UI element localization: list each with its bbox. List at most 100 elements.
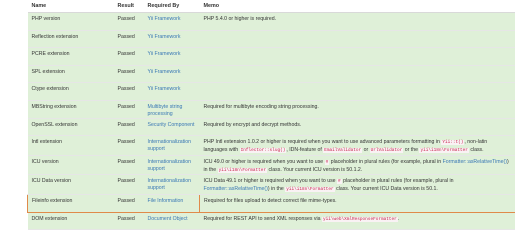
col-header-memo: Memo [199,0,515,13]
memo-code: UrlValidator [369,147,404,153]
memo-cell: Required for files upload to detect corr… [199,193,515,213]
requirement-name: PHP version [27,12,114,31]
requirement-result: Passed [113,135,144,156]
memo-text: , IDN-feature of [286,146,324,153]
requirement-result: Passed [113,100,144,119]
required-by-link[interactable]: Yii Framework [148,34,181,40]
required-by-link[interactable]: Multibyte string processing [148,104,183,117]
required-by-link[interactable]: Yii Framework [148,86,181,92]
required-by-cell: Yii Framework [143,47,200,66]
memo-cell [199,30,515,49]
required-by-link[interactable]: Yii Framework [148,69,181,75]
required-by-link[interactable]: Internationalization support [148,139,192,152]
requirement-result: Passed [113,65,144,84]
table-row: DOM extension Passed Document Object Requir… [27,212,515,231]
memo-text: Required for REST API to send XML respon… [203,215,323,222]
required-by-cell: Internationalization support [143,135,200,156]
memo-text: . [397,215,400,222]
table-row: PCRE extension Passed Yii Framework [27,47,515,66]
memo-text: class. Your current ICU version is 50.1.… [267,166,363,173]
required-by-link[interactable]: Internationalization support [148,178,192,191]
requirement-name: DOM extension [27,212,114,231]
memo-text: ICU 49.0 or higher is required when you … [203,158,325,165]
requirements-panel: Name Result Required By Memo PHP version… [27,0,515,245]
required-by-link[interactable]: Yii Framework [148,51,181,57]
requirement-result: Passed [113,155,144,176]
memo-link[interactable]: Formatter::asRelativeTime() [204,186,268,192]
table-header: Name Result Required By Memo [27,0,515,13]
requirement-result: Passed [113,118,144,137]
requirement-result: Passed [113,193,144,213]
requirement-result: Passed [113,82,144,101]
memo-text: PHP Intl extension 1.0.2 or higher is re… [203,139,442,146]
required-by-link[interactable]: Security Component [148,122,195,128]
requirement-result: Passed [113,30,144,49]
requirements-table: Name Result Required By Memo PHP version… [27,0,515,231]
required-by-cell: Yii Framework [143,82,200,101]
requirement-result: Passed [113,212,144,231]
required-by-cell: Yii Framework [143,65,200,84]
memo-text: ) in the [267,186,286,193]
requirement-result: Passed [113,47,144,66]
requirement-result: Passed [113,174,144,195]
table-row: SPL extension Passed Yii Framework [27,65,515,84]
memo-code: Inflector::slug() [239,147,287,153]
required-by-cell: File Information [143,193,200,213]
memo-text: class. [468,146,484,153]
memo-cell: Required for multibyte encoding string p… [199,100,515,119]
required-by-cell: Internationalization support [143,155,200,176]
memo-cell [199,47,515,66]
memo-text: ICU Data 49.1 or higher is required when… [203,178,338,185]
requirement-name: SPL extension [27,65,114,84]
memo-code: EmailValidator [323,147,363,153]
memo-text: or [362,146,370,153]
memo-text: class. Your current ICU Data version is … [334,186,438,193]
table-row: OpenSSL extension Passed Security Componen… [27,118,515,137]
memo-code: Yii::t() [441,140,465,146]
requirement-result: Passed [113,12,144,31]
requirement-name: Intl extension [27,135,114,156]
requirement-name: Reflection extension [27,30,114,49]
col-header-result: Result [113,0,144,13]
memo-cell: PHP 5.4.0 or higher is required. [199,12,515,31]
required-by-cell: Yii Framework [143,30,200,49]
table-row: Ctype extension Passed Yii Framework [27,82,515,101]
required-by-cell: Document Object [143,212,200,231]
memo-cell [199,65,515,84]
required-by-cell: Security Component [143,118,200,137]
requirement-name: Fileinfo extension [27,193,114,213]
requirement-name: ICU version [27,155,114,176]
memo-cell [199,82,515,101]
table-body: PHP version Passed Yii Framework PHP 5.4.0 … [27,12,515,231]
table-row: PHP version Passed Yii Framework PHP 5.4.0 … [27,12,515,31]
memo-text: placeholder in plural rules (for example… [329,158,443,165]
table-row: ICU Data version Passed Internationalizati… [27,174,515,195]
memo-text: placeholder in plural rules (for example… [341,178,454,185]
required-by-link[interactable]: Internationalization support [148,159,192,172]
memo-cell: PHP Intl extension 1.0.2 or higher is re… [199,135,515,156]
memo-code: yii\i18n\Formatter [285,187,335,193]
required-by-cell: Yii Framework [143,12,200,31]
table-row: Fileinfo extension Passed File Information… [27,193,515,213]
memo-link[interactable]: Formatter::asRelativeTime() [443,159,507,165]
table-row: Reflection extension Passed Yii Framework [27,30,515,49]
requirement-name: Ctype extension [27,82,114,101]
required-by-link[interactable]: Yii Framework [148,16,181,22]
required-by-link[interactable]: File Information [148,198,184,204]
memo-text: Required by encrypt and decrypt methods. [203,121,302,128]
memo-code: yii\web\XmlResponseFormatter [322,216,398,222]
memo-cell: ICU Data 49.1 or higher is required when… [199,174,515,195]
col-header-required-by: Required By [143,0,200,13]
memo-text: PHP 5.4.0 or higher is required. [203,16,277,22]
memo-cell: Required for REST API to send XML respon… [199,212,515,231]
memo-cell: Required by encrypt and decrypt methods. [199,118,515,137]
requirement-name: PCRE extension [27,47,114,66]
required-by-link[interactable]: Document Object [148,216,188,222]
table-row: ICU version Passed Internationalization su… [27,155,515,176]
requirement-name: MBString extension [27,100,114,119]
memo-text: Required for multibyte encoding string p… [203,103,319,110]
requirement-name: ICU Data version [27,174,114,195]
memo-cell: ICU 49.0 or higher is required when you … [199,155,515,176]
table-row: Intl extension Passed Internationalization… [27,135,515,156]
required-by-cell: Internationalization support [143,174,200,195]
